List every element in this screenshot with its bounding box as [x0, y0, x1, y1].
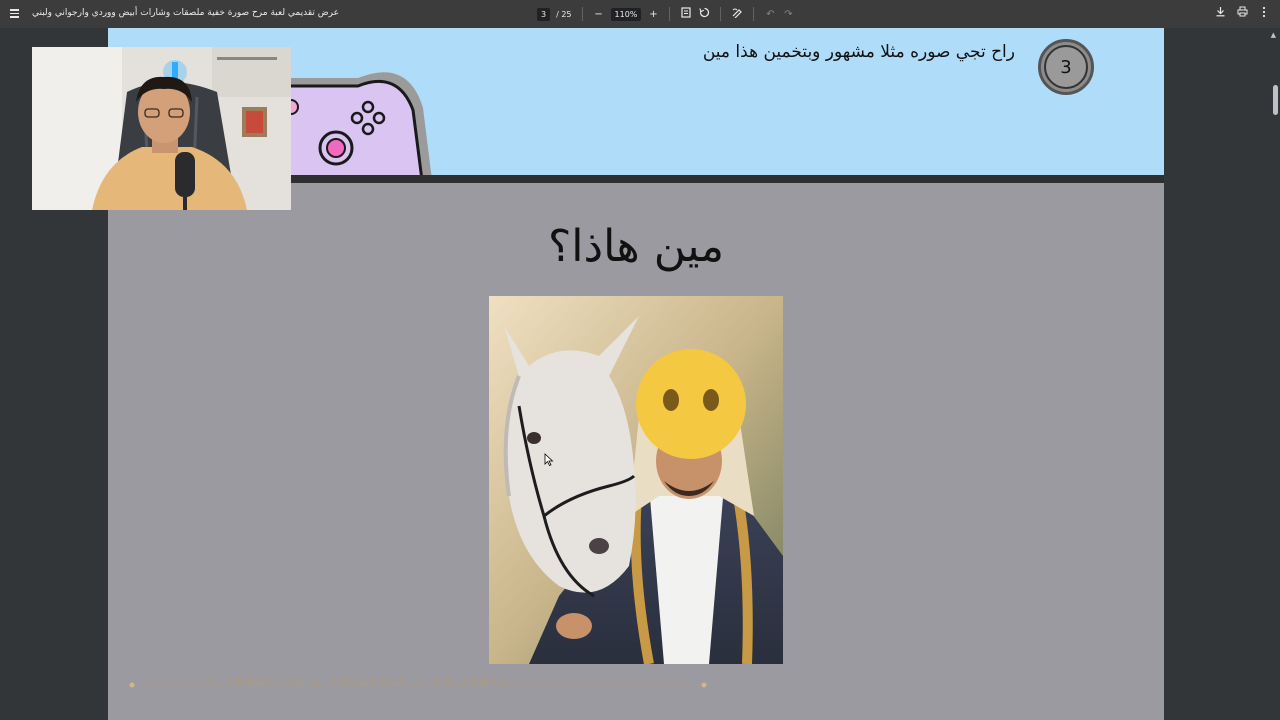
print-icon[interactable] [1236, 6, 1248, 21]
zoom-out-button[interactable]: − [593, 9, 605, 20]
toolbar-right [1214, 6, 1270, 21]
mouse-cursor [544, 453, 554, 467]
more-icon[interactable] [1258, 6, 1270, 21]
toolbar-separator [720, 7, 722, 21]
guess-photo [489, 296, 783, 664]
undo-icon[interactable]: ↶ [764, 9, 776, 20]
toolbar-separator [753, 7, 755, 21]
social-handle-tiktok: IMUATHSA [433, 676, 511, 689]
toolbar-separator [581, 7, 583, 21]
fit-page-icon[interactable] [680, 7, 692, 21]
step-number: 3 [1044, 45, 1088, 89]
zoom-input[interactable]: 110% [610, 7, 642, 21]
toolbar-center: 3 / 25 − 110% + ↶ ↷ [537, 5, 794, 23]
slide-heading: مين هاذا؟ [547, 221, 725, 272]
document-title: عرض تقديمي لعبة مرح صورة خفية ملصقات وشا… [32, 8, 340, 18]
social-handle-x: IMUATHSA [227, 676, 305, 689]
annotate-icon[interactable] [731, 7, 743, 21]
pdf-toolbar: عرض تقديمي لعبة مرح صورة خفية ملصقات وشا… [0, 0, 1280, 28]
slide-page-3: مين هاذا؟ 𝕏 IMUATHSA ◎ IMUATHSA ♪ IMUATH… [108, 183, 1164, 720]
menu-icon[interactable] [8, 7, 22, 21]
webcam-overlay [32, 47, 291, 210]
zoom-in-button[interactable]: + [647, 9, 659, 20]
slide-instruction-text: راح تجي صوره مثلا مشهور وبتخمين هذا مين [702, 42, 1015, 62]
download-icon[interactable] [1214, 6, 1226, 21]
redo-icon[interactable]: ↷ [782, 9, 794, 20]
step-number-badge: 3 [1038, 39, 1094, 95]
rotate-icon[interactable] [698, 7, 710, 21]
page-number-input[interactable]: 3 [537, 7, 551, 21]
scroll-up-icon[interactable]: ▲ [1271, 31, 1276, 39]
social-handle-instagram: IMUATHSA [330, 676, 408, 689]
scrollbar-thumb[interactable] [1273, 85, 1278, 115]
tiktok-icon: ♪ [415, 676, 426, 689]
social-handles: 𝕏 IMUATHSA ◎ IMUATHSA ♪ IMUATHSA [208, 676, 510, 689]
instagram-icon: ◎ [312, 676, 323, 689]
x-icon: 𝕏 [208, 676, 220, 689]
toolbar-separator [669, 7, 671, 21]
page-total: / 25 [556, 9, 572, 19]
